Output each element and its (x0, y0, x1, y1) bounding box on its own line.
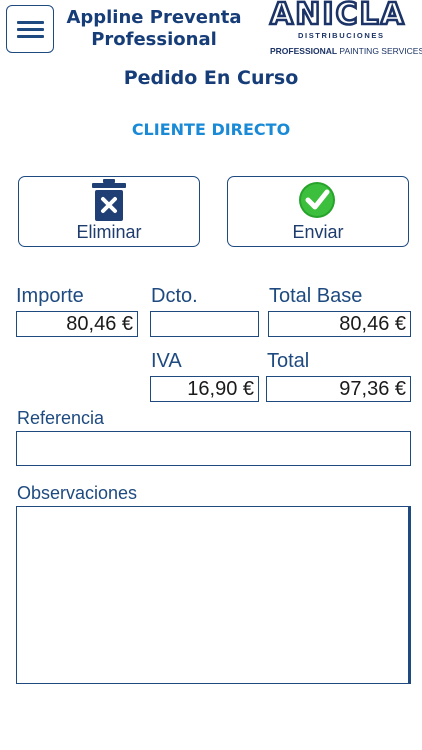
logo-word: ANICLA (269, 0, 406, 33)
app-title-line2: Professional (91, 29, 217, 50)
dcto-label: Dcto. (151, 285, 198, 307)
hamburger-icon-bar (17, 35, 44, 38)
importe-label: Importe (16, 285, 84, 307)
total-label: Total (267, 350, 310, 372)
send-button-label: Enviar (292, 222, 344, 242)
logo-tagline-bold: PROFESSIONAL (270, 46, 338, 56)
logo-subtitle: DISTRIBUCIONES (298, 31, 385, 40)
trash-icon (92, 179, 126, 221)
dcto-input[interactable] (150, 311, 259, 337)
total-value: 97,36 € (266, 376, 411, 402)
total-base-label: Total Base (269, 285, 363, 307)
logo-tagline: PROFESSIONAL PAINTING SERVICES (270, 46, 422, 56)
anicla-logo: ANICLA DISTRIBUCIONES PROFESSIONAL PAINT… (268, 0, 422, 60)
total-base-value: 80,46 € (268, 311, 411, 337)
send-button[interactable]: Enviar (227, 176, 409, 247)
menu-button[interactable] (6, 5, 54, 53)
logo-tagline-rest: PAINTING SERVICES (337, 46, 422, 56)
app-title: Appline Preventa Professional (58, 7, 250, 51)
importe-value: 80,46 € (16, 311, 138, 337)
iva-value: 16,90 € (150, 376, 259, 402)
observaciones-label: Observaciones (17, 483, 138, 503)
app-title-line1: Appline Preventa (66, 7, 242, 28)
delete-button[interactable]: Eliminar (18, 176, 200, 247)
page-title: Pedido En Curso (123, 67, 299, 89)
check-icon (299, 182, 335, 218)
iva-label: IVA (151, 350, 182, 372)
observaciones-textarea[interactable] (16, 506, 411, 684)
client-name: CLIENTE DIRECTO (131, 120, 291, 139)
delete-button-label: Eliminar (76, 222, 142, 242)
hamburger-icon-bar (17, 28, 44, 31)
hamburger-icon (17, 21, 44, 24)
referencia-label: Referencia (17, 408, 105, 428)
referencia-input[interactable] (16, 431, 411, 466)
